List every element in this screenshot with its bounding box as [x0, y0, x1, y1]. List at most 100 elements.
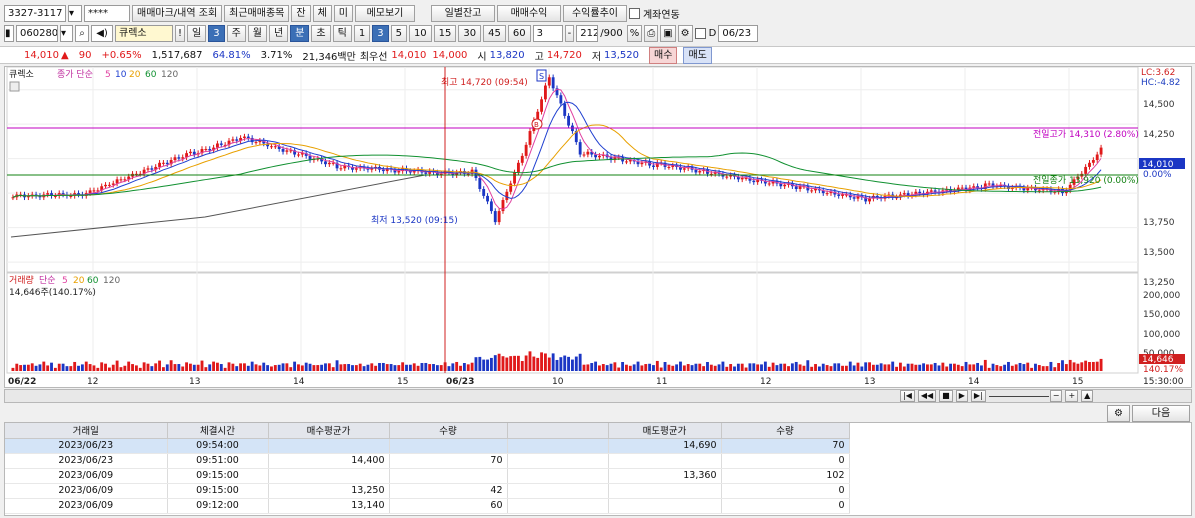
period-second[interactable]: 초: [311, 24, 331, 42]
period-year[interactable]: 년: [269, 24, 289, 42]
unexecuted-button[interactable]: 미: [333, 4, 353, 22]
table-row[interactable]: 2023/06/23 09:51:00 14,400 70 0: [5, 453, 850, 469]
table-row[interactable]: 2023/06/09 09:15:00 13,360 102: [5, 468, 850, 484]
nav-stop-icon[interactable]: ■: [939, 390, 953, 402]
volume-bar: [88, 364, 92, 371]
yield-trend-button[interactable]: 수익률추이: [562, 4, 627, 22]
col-sell-qty[interactable]: 수량: [721, 423, 850, 439]
nav-last-icon[interactable]: ▶|: [970, 390, 986, 402]
volume-bar: [351, 365, 354, 371]
chart-area[interactable]: 큐렉소 종가 단순 5 10 20 60 120 LC:3.62 HC:-4.8…: [4, 66, 1192, 388]
candle-body: [486, 195, 489, 202]
period-day-count[interactable]: 3: [208, 24, 225, 42]
percent-icon[interactable]: %: [626, 24, 643, 42]
stepper-minus-icon[interactable]: -: [564, 24, 575, 42]
volume-bar: [929, 364, 933, 371]
trade-profit-button[interactable]: 매매수익: [496, 4, 561, 22]
interval-30[interactable]: 30: [458, 24, 482, 42]
zoom-in-icon[interactable]: +: [1065, 390, 1079, 402]
interval-15[interactable]: 15: [433, 24, 457, 42]
interval-45[interactable]: 45: [483, 24, 506, 42]
volume-bar: [378, 363, 381, 371]
period-day[interactable]: 일: [187, 24, 207, 42]
col-buy-qty[interactable]: 수량: [389, 423, 508, 439]
grid-toggle-icon[interactable]: [9, 81, 20, 92]
period-month[interactable]: 월: [247, 24, 267, 42]
period-tick[interactable]: 틱: [332, 24, 352, 42]
candle-body: [119, 179, 123, 181]
recent-trades-button[interactable]: 최근매매종목: [224, 4, 290, 22]
password-field[interactable]: ****: [84, 4, 130, 22]
account-dropdown-icon[interactable]: ▾: [68, 4, 82, 22]
interval-select[interactable]: 3: [532, 24, 563, 42]
volume-bar: [493, 355, 497, 371]
menu-icon[interactable]: ▮: [4, 24, 14, 42]
volume-bar: [289, 367, 293, 371]
chart-scrollbar[interactable]: |◀ ◀◀ ■ ▶ ▶| − + ▲: [4, 389, 1192, 403]
nav-prev-icon[interactable]: ◀◀: [917, 390, 937, 402]
interval-5[interactable]: 5: [390, 24, 407, 42]
save-icon[interactable]: ▣: [660, 24, 676, 42]
executed-button[interactable]: 체: [312, 4, 332, 22]
stock-code-input[interactable]: 060280: [16, 24, 58, 42]
volume-current-text: 14,646주(140.17%): [9, 287, 96, 298]
volume-bar: [258, 365, 262, 371]
candle-body: [543, 85, 547, 100]
daily-balance-button[interactable]: 일별잔고: [430, 4, 495, 22]
current-price: 14,010: [24, 49, 59, 61]
volume-bar: [1003, 364, 1007, 371]
scroll-up-icon[interactable]: ▲: [1081, 390, 1094, 402]
volume-bar: [844, 365, 848, 371]
period-week[interactable]: 주: [226, 24, 246, 42]
zoom-slider[interactable]: [988, 390, 1049, 397]
date-checkbox[interactable]: [694, 27, 706, 39]
candle-body: [825, 193, 829, 195]
info-icon[interactable]: !: [175, 24, 186, 42]
volume-bar: [987, 367, 991, 371]
col-exec-time[interactable]: 체결시간: [167, 423, 269, 439]
buy-button[interactable]: 매수: [649, 46, 678, 64]
volume-bar: [821, 363, 825, 371]
gear-icon[interactable]: ⚙: [677, 24, 693, 42]
table-row[interactable]: 2023/06/23 09:54:00 14,690 70: [5, 438, 850, 454]
speaker-icon[interactable]: ◀): [91, 24, 113, 42]
next-button[interactable]: 다음: [1132, 404, 1190, 422]
interval-10[interactable]: 10: [408, 24, 432, 42]
candle-body: [551, 77, 555, 89]
interval-60[interactable]: 60: [507, 24, 531, 42]
grid-settings-gear-icon[interactable]: ⚙: [1107, 404, 1130, 422]
nav-first-icon[interactable]: |◀: [900, 390, 915, 402]
volume-bar: [995, 365, 999, 371]
balance-button[interactable]: 잔: [291, 4, 311, 22]
code-dropdown-icon[interactable]: ▾: [60, 24, 73, 42]
table-row[interactable]: 2023/06/09 09:15:00 13,250 42 0: [5, 483, 850, 499]
interval-1[interactable]: 1: [353, 24, 371, 42]
candle-body: [628, 160, 632, 162]
volume-bar: [455, 361, 459, 371]
col-trade-date[interactable]: 거래일: [5, 423, 168, 439]
volume-bar: [331, 367, 335, 371]
volume-bar: [682, 365, 686, 371]
view-count-input[interactable]: 212: [576, 24, 599, 42]
table-row[interactable]: 2023/06/09 09:12:00 13,140 60 0: [5, 498, 850, 514]
search-icon[interactable]: ⌕: [75, 24, 89, 42]
zoom-out-icon[interactable]: −: [1049, 390, 1063, 402]
interval-3[interactable]: 3: [372, 24, 389, 42]
period-minute[interactable]: 분: [290, 24, 310, 42]
col-buy-avg[interactable]: 매수평균가: [268, 423, 390, 439]
print-icon[interactable]: ⎙: [644, 24, 659, 42]
col-sell-avg[interactable]: 매도평균가: [608, 423, 722, 439]
trade-mark-query-button[interactable]: 매매마크/내역 조회: [132, 4, 223, 22]
volume-bar: [644, 364, 648, 371]
strength-value: 64.81%: [212, 49, 251, 61]
memo-button[interactable]: 메모보기: [354, 4, 415, 22]
nav-next-icon[interactable]: ▶: [955, 390, 968, 402]
candle-body: [115, 179, 119, 184]
volume-bar: [760, 364, 763, 371]
sell-button[interactable]: 매도: [683, 46, 712, 64]
volume-bar: [601, 364, 605, 371]
account-link-checkbox[interactable]: [628, 7, 640, 19]
account-select[interactable]: 3327-3117: [4, 4, 66, 22]
date-input[interactable]: 06/23: [718, 24, 759, 42]
candle-body: [671, 165, 675, 167]
